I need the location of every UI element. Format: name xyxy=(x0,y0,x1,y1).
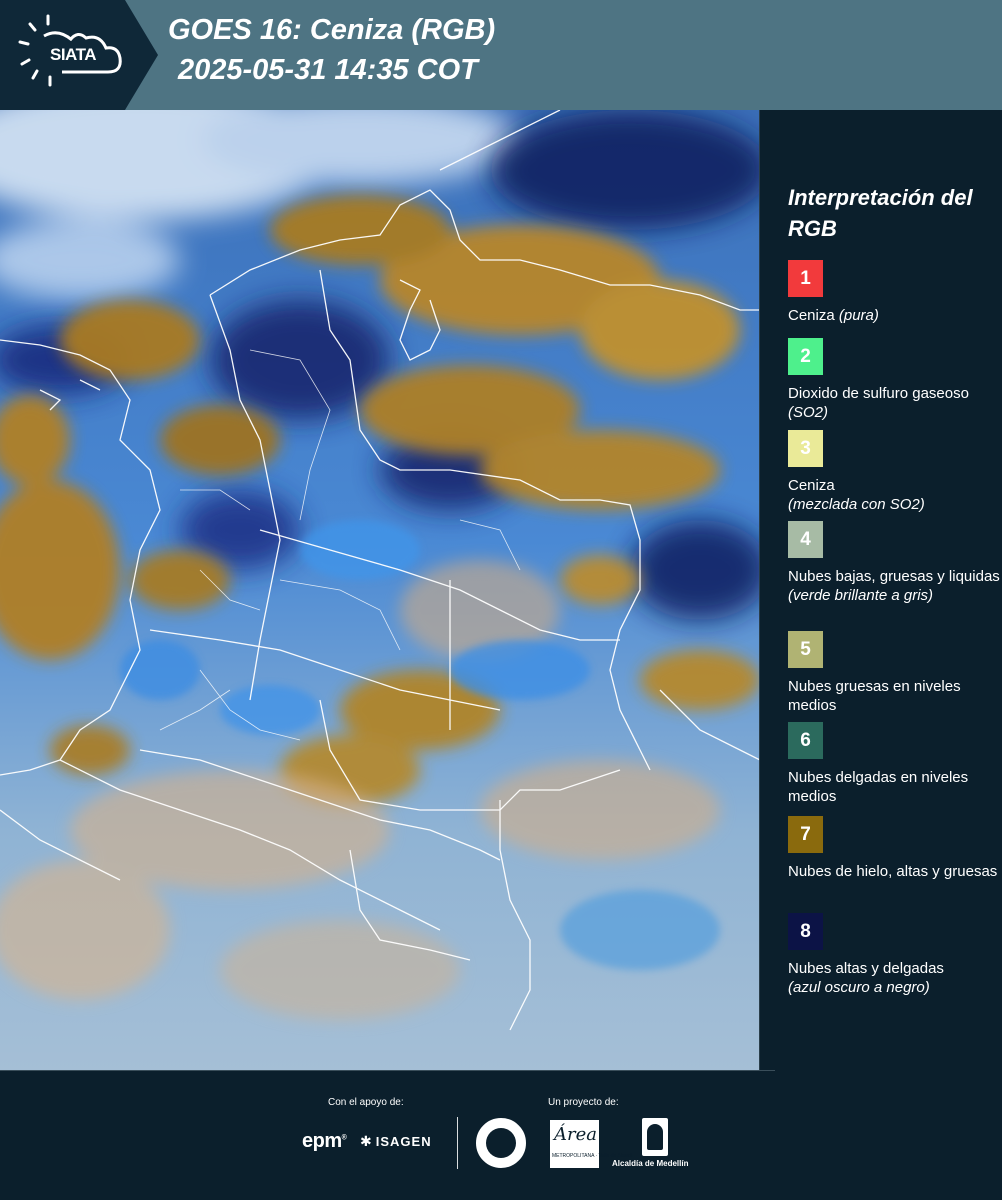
legend-item-2: 2 Dioxido de sulfuro gaseoso (SO2) xyxy=(788,338,1000,422)
legend-title: Interpretación del RGB xyxy=(788,185,973,241)
legend-swatch: 3 xyxy=(788,430,823,467)
legend-swatch: 4 xyxy=(788,521,823,558)
ash-rgb-image xyxy=(0,110,759,1070)
legend-item-6: 6 Nubes delgadas en niveles medios xyxy=(788,722,1000,806)
legend-swatch: 5 xyxy=(788,631,823,668)
legend-item-7: 7 Nubes de hielo, altas y gruesas xyxy=(788,816,1000,881)
legend-item-4: 4 Nubes bajas, gruesas y liquidas (verde … xyxy=(788,521,1000,605)
alcaldia-label: Alcaldía de Medellín xyxy=(612,1159,689,1168)
epm-logo: epm® xyxy=(302,1130,347,1152)
footer: Con el apoyo de: Un proyecto de: epm® ✱ … xyxy=(0,1070,1002,1200)
siata-logo: SIATA xyxy=(0,0,158,110)
support-label: Con el apoyo de: xyxy=(328,1097,404,1108)
header-bar: SIATA GOES 16: Ceniza (RGB) 2025-05-31 1… xyxy=(0,0,1002,110)
legend-swatch: 8 xyxy=(788,913,823,950)
legend-item-8: 8 Nubes altas y delgadas (azul oscuro a n… xyxy=(788,913,1000,997)
isagen-logo: ✱ ISAGEN xyxy=(360,1133,432,1149)
alcaldia-shield-icon xyxy=(642,1118,668,1156)
legend-swatch: 2 xyxy=(788,338,823,375)
area-metropolitana-logo: Área METROPOLITANA · Valle de Aburrá xyxy=(550,1120,632,1168)
page-timestamp: 2025-05-31 14:35 COT xyxy=(178,54,478,86)
legend-item-3: 3 Ceniza (mezclada con SO2) xyxy=(788,430,1000,514)
logo-text: SIATA xyxy=(50,45,96,64)
page-title: GOES 16: Ceniza (RGB) xyxy=(168,14,496,46)
legend-swatch: 1 xyxy=(788,260,823,297)
legend-swatch: 6 xyxy=(788,722,823,759)
legend-panel: Interpretación del RGB 1 Ceniza (pura) 2… xyxy=(760,110,1002,1070)
legend-swatch: 7 xyxy=(788,816,823,853)
isagen-icon: ✱ xyxy=(360,1133,373,1149)
project-label: Un proyecto de: xyxy=(548,1097,619,1108)
footer-divider-line xyxy=(0,1070,775,1071)
legend-item-5: 5 Nubes gruesas en niveles medios xyxy=(788,631,1000,715)
university-seal-icon xyxy=(476,1118,526,1168)
legend-item-1: 1 Ceniza (pura) xyxy=(788,260,1000,325)
footer-divider xyxy=(457,1117,458,1169)
satellite-map xyxy=(0,110,760,1070)
